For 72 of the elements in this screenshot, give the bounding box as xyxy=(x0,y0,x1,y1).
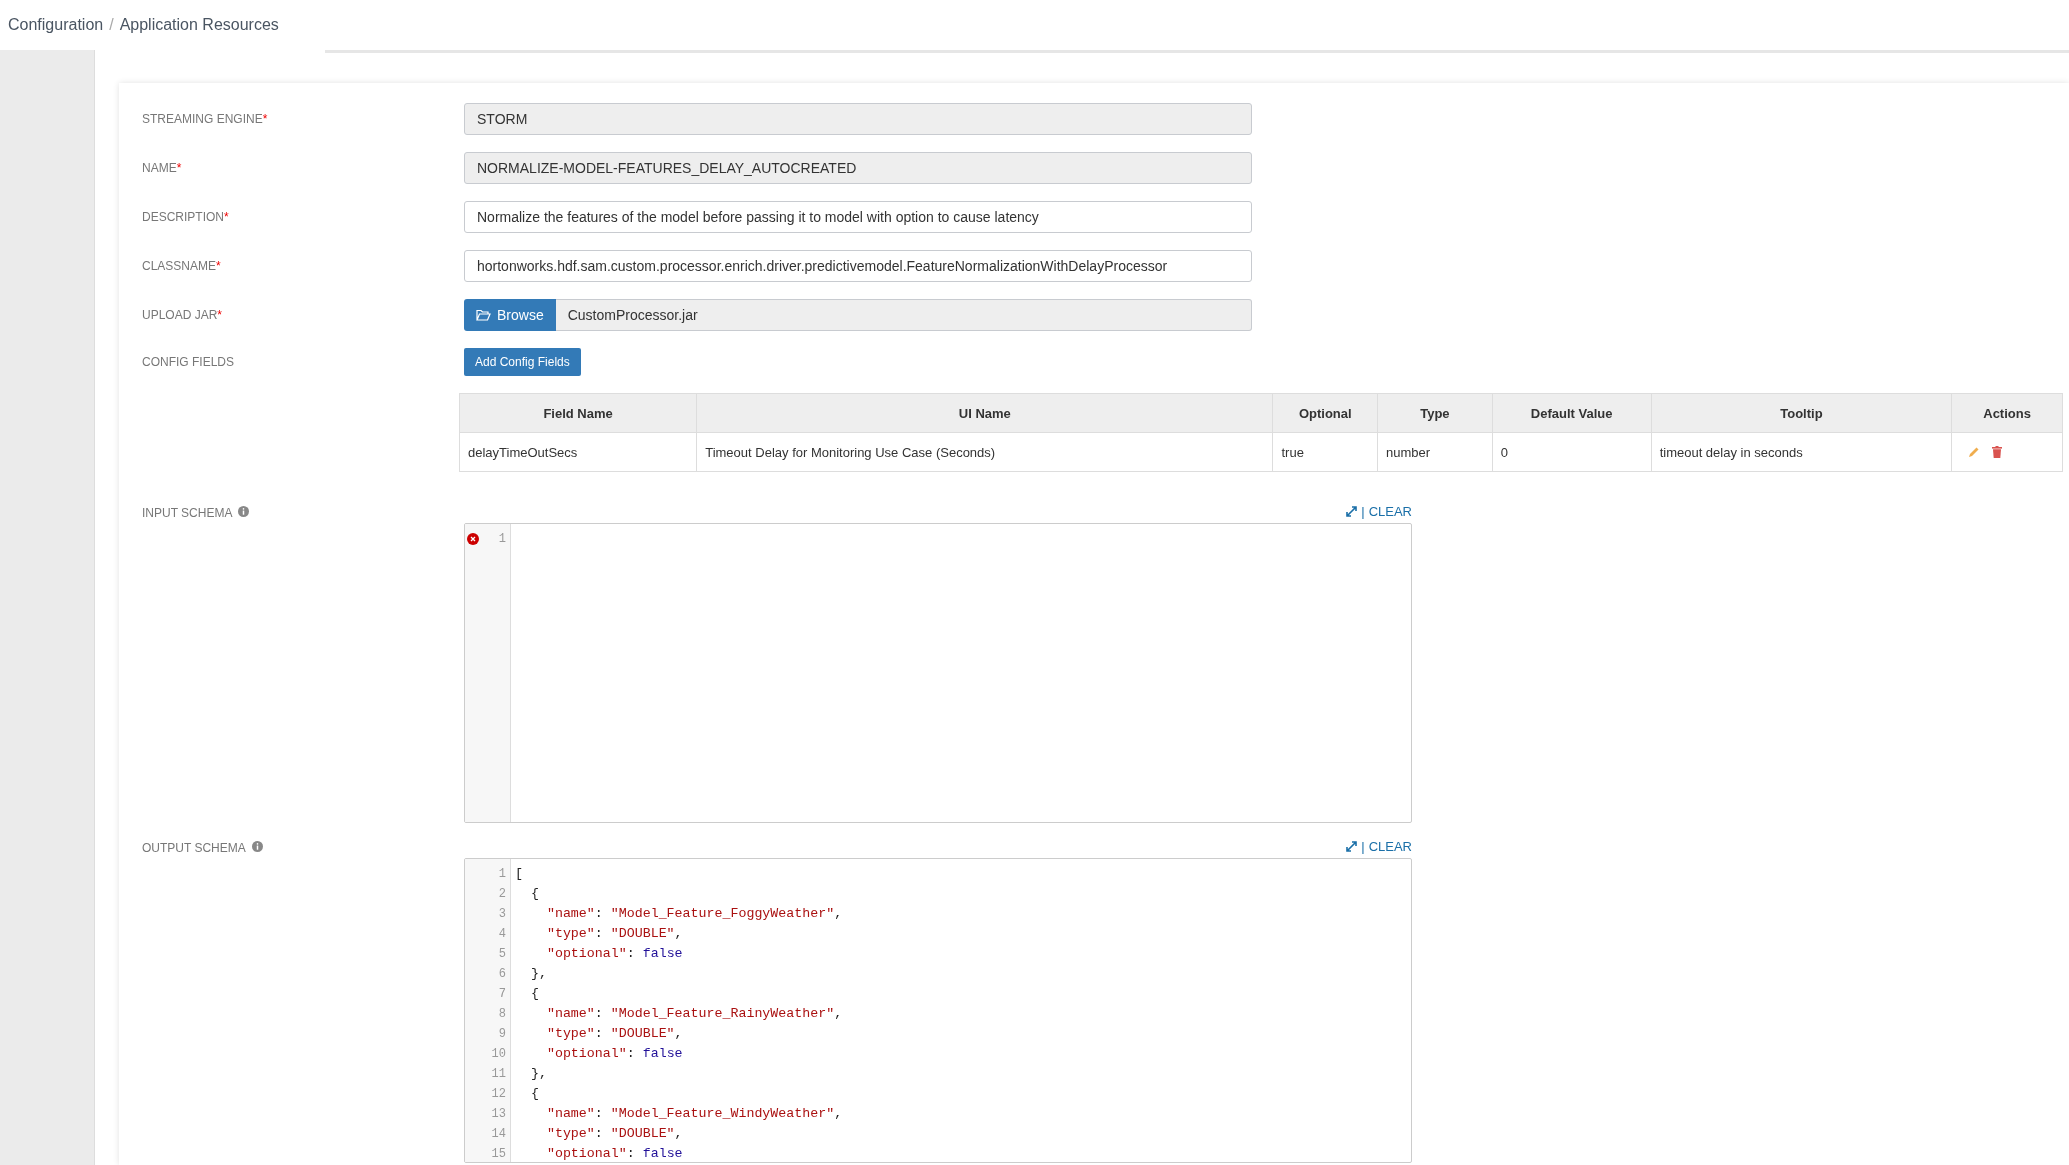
expand-icon[interactable] xyxy=(1346,840,1358,852)
field-label: CLASSNAME* xyxy=(142,259,222,273)
column-header: Type xyxy=(1377,393,1493,433)
breadcrumb-item[interactable]: Configuration xyxy=(8,16,104,34)
line-number: 14 xyxy=(491,1127,506,1141)
add-config-fields-button[interactable]: Add Config Fields xyxy=(464,348,581,376)
field-label: UPLOAD JAR* xyxy=(142,308,224,322)
column-header: Field Name xyxy=(459,393,697,433)
code-line: "type": "DOUBLE", xyxy=(545,926,683,941)
line-number: 9 xyxy=(498,1027,506,1041)
code-line: "name": "Model_Feature_FoggyWeather", xyxy=(545,906,843,921)
breadcrumb-separator: / xyxy=(109,16,114,34)
code-line: "optional": false xyxy=(545,1046,683,1061)
line-number: 8 xyxy=(498,1007,506,1021)
line-number: 11 xyxy=(491,1067,506,1081)
input-field[interactable]: STORM xyxy=(464,103,1252,135)
code-line: "type": "DOUBLE", xyxy=(545,1026,683,1041)
line-number: 5 xyxy=(498,947,506,961)
code-line: "name": "Model_Feature_RainyWeather", xyxy=(545,1006,843,1021)
code-line: "type": "DOUBLE", xyxy=(545,1126,683,1141)
column-header: UI Name xyxy=(696,393,1273,433)
line-number: 7 xyxy=(498,987,506,1001)
table-cell: 0 xyxy=(1492,432,1652,472)
code-line: "optional": false xyxy=(545,946,683,961)
delete-icon[interactable] xyxy=(1992,446,2003,458)
folder-icon xyxy=(476,309,491,321)
code-line: "optional": false xyxy=(545,1146,683,1161)
file-name-field: CustomProcessor.jar xyxy=(555,299,1252,331)
table-cell: timeout delay in seconds xyxy=(1651,432,1952,472)
input-field[interactable]: NORMALIZE-MODEL-FEATURES_DELAY_AUTOCREATED xyxy=(464,152,1252,184)
field-label: OUTPUT SCHEMA xyxy=(142,841,246,855)
line-number: 4 xyxy=(498,927,506,941)
separator: | xyxy=(1361,503,1365,519)
clear-link[interactable]: CLEAR xyxy=(1368,503,1412,519)
code-line: { xyxy=(529,1086,539,1101)
expand-icon[interactable] xyxy=(1346,505,1358,517)
code-line: }, xyxy=(529,966,547,981)
code-line: }, xyxy=(529,1066,547,1081)
info-icon xyxy=(238,506,250,517)
field-label: CONFIG FIELDS xyxy=(142,355,235,369)
code-line: [ xyxy=(515,866,523,881)
column-header: Default Value xyxy=(1492,393,1652,433)
table-cell: true xyxy=(1273,432,1378,472)
breadcrumb-item[interactable]: Application Resources xyxy=(119,16,279,34)
line-number: 13 xyxy=(491,1107,506,1121)
field-label: DESCRIPTION* xyxy=(142,210,230,224)
table-cell: number xyxy=(1377,432,1493,472)
separator: | xyxy=(1361,838,1365,854)
column-header: Optional xyxy=(1273,393,1378,433)
column-header: Tooltip xyxy=(1651,393,1952,433)
line-number: 15 xyxy=(491,1147,506,1161)
line-number: 12 xyxy=(491,1087,506,1101)
line-number: 2 xyxy=(498,887,506,901)
table-cell: delayTimeOutSecs xyxy=(459,432,697,472)
input-field[interactable]: Normalize the features of the model before passing it to model with option to cause latency xyxy=(464,201,1252,233)
browse-button[interactable]: Browse xyxy=(464,299,556,331)
table-cell: Timeout Delay for Monitoring Use Case (Seconds) xyxy=(696,432,1273,472)
line-number: 1 xyxy=(498,867,506,881)
input-field[interactable]: hortonworks.hdf.sam.custom.processor.enrich.driver.predictivemodel.FeatureNormalizationWithDelayProcessor xyxy=(464,250,1252,282)
line-number: 10 xyxy=(491,1047,506,1061)
line-number: 3 xyxy=(498,907,506,921)
column-header: Actions xyxy=(1951,393,2063,433)
code-line: { xyxy=(529,886,539,901)
line-number: 1 xyxy=(498,532,506,546)
clear-link[interactable]: CLEAR xyxy=(1368,838,1412,854)
field-label: INPUT SCHEMA xyxy=(142,506,233,520)
field-label: NAME* xyxy=(142,161,183,175)
field-label: STREAMING ENGINE* xyxy=(142,112,269,126)
code-line: "name": "Model_Feature_WindyWeather", xyxy=(545,1106,843,1121)
code-line: { xyxy=(529,986,539,1001)
info-icon xyxy=(251,841,263,852)
line-number: 6 xyxy=(498,967,506,981)
